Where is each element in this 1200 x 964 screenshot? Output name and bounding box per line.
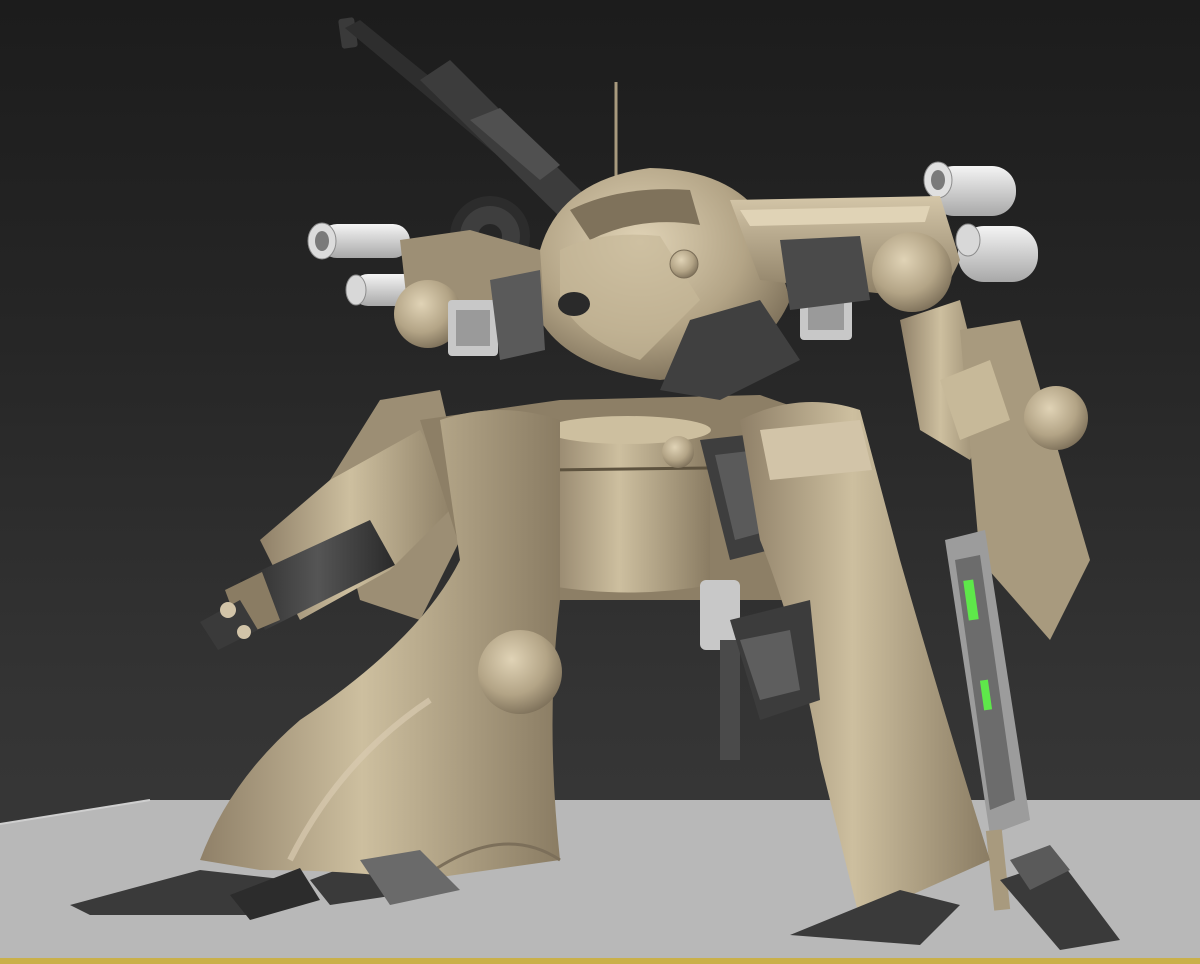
left-knee-sphere bbox=[478, 630, 562, 714]
left-shoulder bbox=[394, 230, 545, 360]
3d-viewport[interactable] bbox=[0, 0, 1200, 964]
under-mechanism bbox=[700, 580, 820, 760]
sensor-eye bbox=[558, 292, 590, 316]
hip-bolt bbox=[662, 436, 694, 468]
viewport-bottom-border bbox=[0, 958, 1200, 964]
render-scene bbox=[0, 17, 1200, 964]
right-elbow-sphere bbox=[1024, 386, 1088, 450]
right-shoulder-sphere bbox=[872, 232, 952, 312]
right-arm bbox=[900, 300, 1090, 640]
